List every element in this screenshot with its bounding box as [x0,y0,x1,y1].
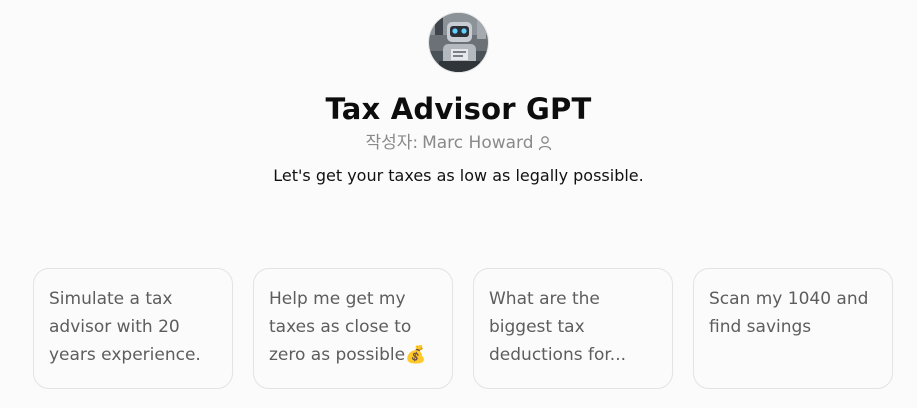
starter-card[interactable]: Simulate a tax advisor with 20 years exp… [33,268,233,389]
starter-card[interactable]: What are the biggest tax deductions for.… [473,268,673,389]
starter-card[interactable]: Scan my 1040 and find savings [693,268,893,389]
gpt-description: Let's get your taxes as low as legally p… [273,166,644,185]
person-icon [538,136,551,151]
author-prefix: 작성자: [365,133,419,153]
gpt-start-page: Tax Advisor GPT 작성자: Marc Howard Let's g… [0,0,917,408]
author-name[interactable]: Marc Howard [422,131,533,155]
gpt-author[interactable]: 작성자: Marc Howard [365,131,551,155]
gpt-header: Tax Advisor GPT 작성자: Marc Howard Let's g… [0,0,917,187]
gpt-avatar [428,12,489,73]
robot-avatar-icon [429,13,488,72]
conversation-starters: Simulate a tax advisor with 20 years exp… [33,268,893,389]
gpt-title: Tax Advisor GPT [325,92,592,126]
starter-card[interactable]: Help me get my taxes as close to zero as… [253,268,453,389]
